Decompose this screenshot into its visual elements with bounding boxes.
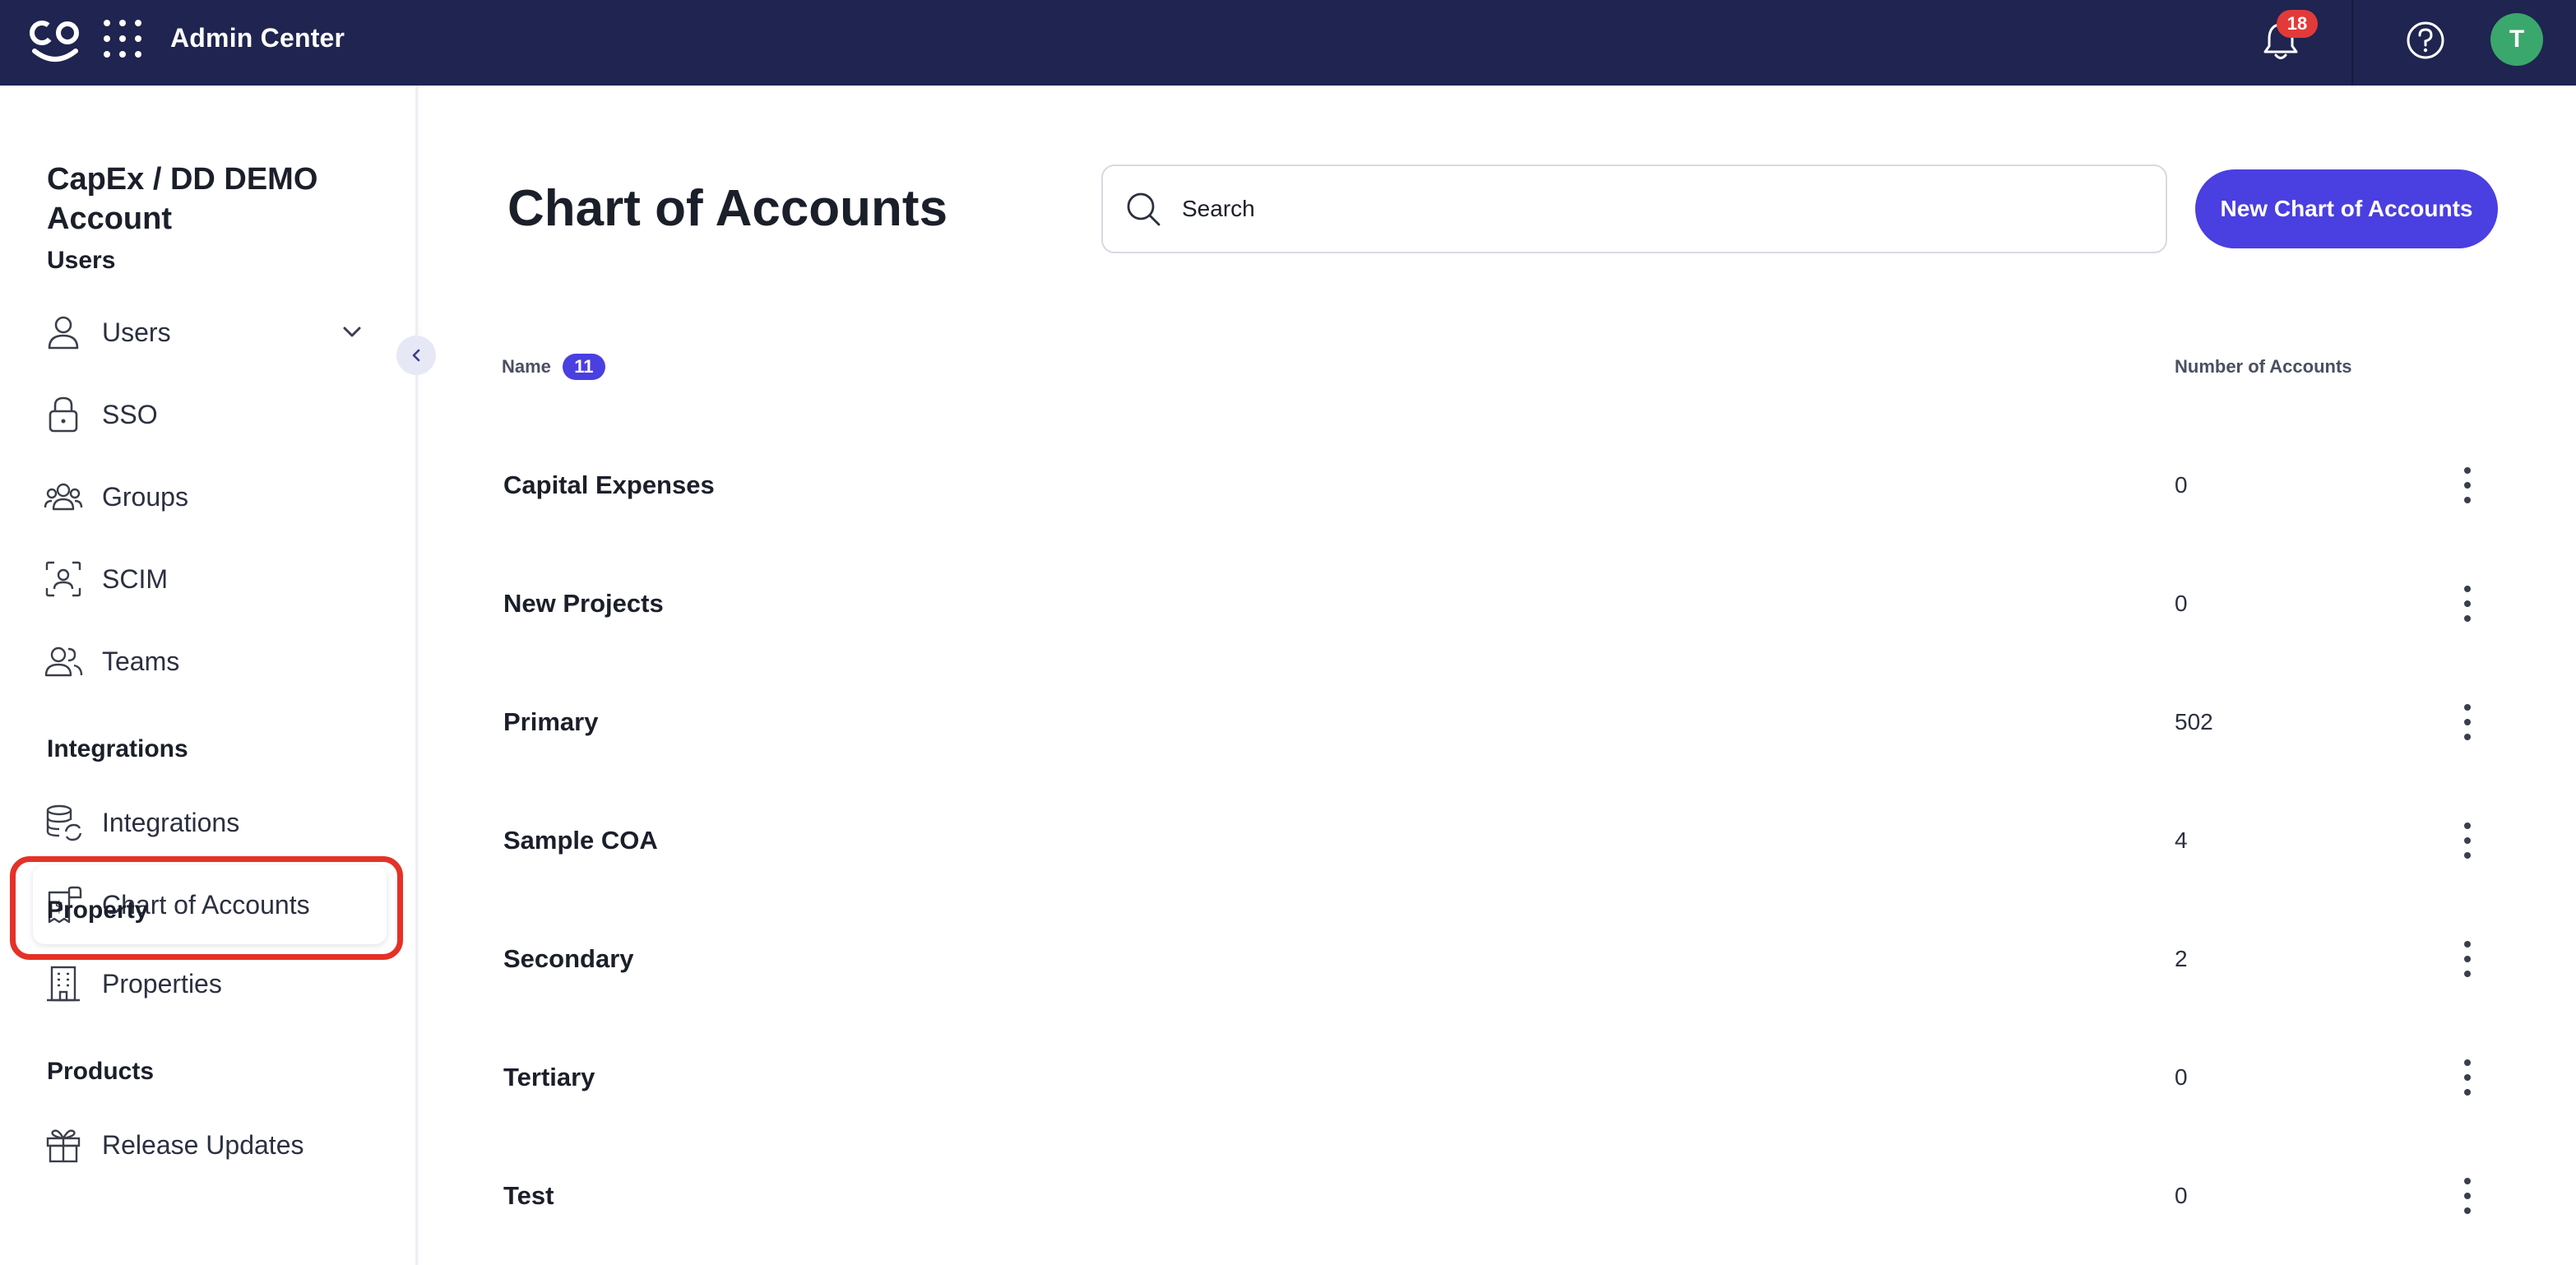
- scim-user-scan-icon: [45, 561, 81, 597]
- building-icon: [47, 966, 80, 1002]
- table-row[interactable]: Capital Expenses 0: [493, 426, 2500, 544]
- sidebar-item-label: Users: [102, 317, 171, 347]
- row-name[interactable]: Tertiary: [503, 1063, 595, 1092]
- more-options-icon[interactable]: [2459, 467, 2476, 503]
- sidebar-item-release-updates[interactable]: Release Updates: [33, 1105, 387, 1184]
- search-input[interactable]: [1182, 196, 2128, 222]
- table-row[interactable]: Secondary 2: [493, 900, 2500, 1018]
- groups-icon: [44, 483, 83, 511]
- table-row[interactable]: Sample COA 4: [493, 781, 2500, 900]
- row-account-count: 0: [2175, 1183, 2188, 1208]
- table-row[interactable]: New Projects 0: [493, 544, 2500, 663]
- page-title: Chart of Accounts: [507, 180, 948, 237]
- sidebar-item-sso[interactable]: SSO: [33, 375, 387, 454]
- row-name[interactable]: New Projects: [503, 589, 664, 619]
- sidebar-item-integrations[interactable]: Integrations: [33, 783, 387, 862]
- more-options-icon[interactable]: [2459, 1178, 2476, 1214]
- sidebar-item-label: SSO: [102, 399, 158, 429]
- sidebar-item-label: Properties: [102, 968, 222, 999]
- topbar-divider: [2351, 0, 2353, 86]
- search-box[interactable]: [1101, 164, 2167, 253]
- row-account-count: 0: [2175, 591, 2188, 616]
- teams-icon: [44, 646, 83, 677]
- section-integrations-label: Integrations: [47, 735, 188, 762]
- column-header-name-label: Name: [502, 356, 551, 377]
- row-name[interactable]: Primary: [503, 707, 598, 737]
- chevron-left-icon: [412, 349, 420, 362]
- active-item-highlight: [10, 856, 403, 960]
- search-icon: [1127, 192, 1161, 226]
- sidebar-item-label: Teams: [102, 646, 180, 676]
- more-options-icon[interactable]: [2459, 586, 2476, 622]
- row-name[interactable]: Test: [503, 1181, 554, 1211]
- notification-count-badge: 18: [2277, 10, 2318, 38]
- table-row[interactable]: Test 0: [493, 1137, 2500, 1255]
- column-header-name[interactable]: Name 11: [502, 354, 605, 380]
- chevron-down-icon[interactable]: [337, 317, 367, 347]
- sidebar: CapEx / DD DEMO Account Users Users SSO …: [0, 86, 436, 1265]
- sidebar-item-label: Groups: [102, 481, 188, 512]
- table-row[interactable]: Primary 502: [493, 663, 2500, 781]
- row-account-count: 4: [2175, 827, 2188, 853]
- app-launcher-icon[interactable]: [104, 20, 141, 58]
- sidebar-item-users[interactable]: Users: [33, 293, 387, 372]
- row-account-count: 2: [2175, 946, 2188, 971]
- more-options-icon[interactable]: [2459, 822, 2476, 859]
- row-account-count: 502: [2175, 709, 2213, 734]
- app-title: Admin Center: [170, 23, 345, 53]
- database-sync-icon: [46, 804, 82, 841]
- table-row[interactable]: Tertiary 0: [493, 1018, 2500, 1137]
- sidebar-item-label: Release Updates: [102, 1129, 304, 1160]
- sidebar-item-label: SCIM: [102, 563, 168, 594]
- row-account-count: 0: [2175, 1064, 2188, 1090]
- top-bar: Admin Center 18 T: [0, 0, 2576, 86]
- sidebar-item-groups[interactable]: Groups: [33, 457, 387, 536]
- user-avatar[interactable]: T: [2490, 13, 2543, 66]
- sidebar-item-teams[interactable]: Teams: [33, 622, 387, 701]
- lock-icon: [49, 396, 78, 433]
- row-name[interactable]: Secondary: [503, 944, 634, 974]
- company-logo-icon[interactable]: [28, 16, 82, 66]
- row-name[interactable]: Sample COA: [503, 826, 658, 855]
- section-products-label: Products: [47, 1058, 155, 1085]
- more-options-icon[interactable]: [2459, 941, 2476, 977]
- more-options-icon[interactable]: [2459, 1059, 2476, 1096]
- item-count-badge: 11: [562, 354, 605, 380]
- gift-icon: [46, 1129, 81, 1163]
- row-account-count: 0: [2175, 472, 2188, 498]
- user-icon: [48, 316, 79, 350]
- section-users-label: Users: [47, 247, 116, 274]
- sidebar-item-scim[interactable]: SCIM: [33, 540, 387, 619]
- new-chart-of-accounts-button[interactable]: New Chart of Accounts: [2195, 169, 2498, 248]
- help-icon[interactable]: [2405, 20, 2446, 61]
- more-options-icon[interactable]: [2459, 704, 2476, 740]
- column-header-number-of-accounts[interactable]: Number of Accounts: [2175, 356, 2352, 378]
- account-name: CapEx / DD DEMO Account: [47, 162, 318, 236]
- collapse-sidebar-button[interactable]: [396, 336, 436, 375]
- sidebar-item-label: Integrations: [102, 807, 240, 837]
- row-name[interactable]: Capital Expenses: [503, 470, 715, 500]
